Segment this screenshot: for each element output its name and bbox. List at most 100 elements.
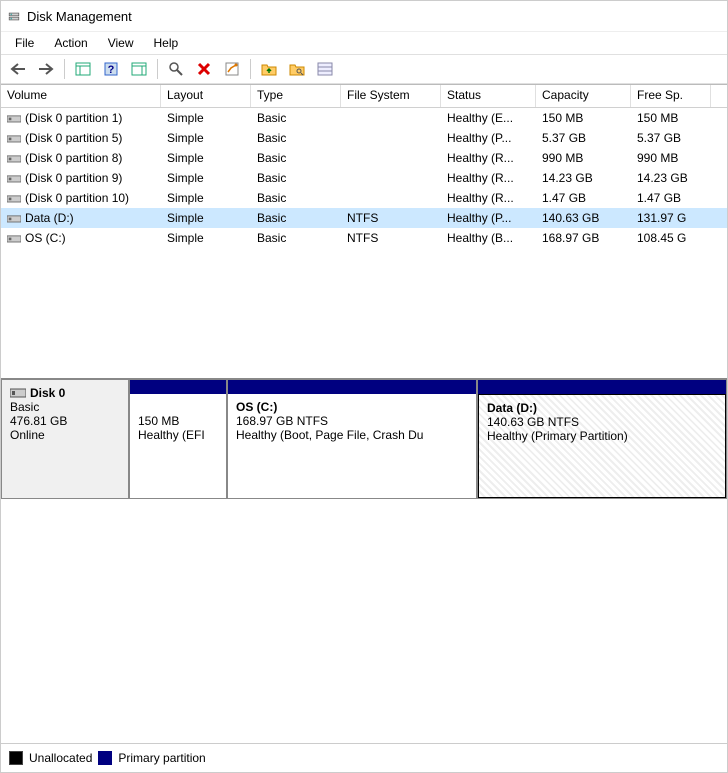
properties-button[interactable] [219, 56, 245, 82]
primary-label: Primary partition [118, 751, 205, 765]
table-cell: Basic [251, 169, 341, 187]
table-cell: (Disk 0 partition 1) [1, 109, 161, 127]
table-cell [341, 156, 441, 160]
table-cell: 990 MB [631, 149, 711, 167]
table-cell: Healthy (R... [441, 149, 536, 167]
table-cell: Simple [161, 169, 251, 187]
window-title: Disk Management [27, 9, 132, 24]
menubar: FileActionViewHelp [1, 31, 727, 54]
table-cell: 108.45 G [631, 229, 711, 247]
volume-list-header: VolumeLayoutTypeFile SystemStatusCapacit… [1, 85, 727, 108]
folder-up-button[interactable] [256, 56, 282, 82]
table-cell: (Disk 0 partition 8) [1, 149, 161, 167]
table-cell: Basic [251, 209, 341, 227]
table-cell: 150 MB [536, 109, 631, 127]
table-row[interactable]: (Disk 0 partition 8)SimpleBasic Healthy (… [1, 148, 727, 168]
disk-state: Online [10, 428, 120, 442]
table-cell: Basic [251, 129, 341, 147]
empty-area [1, 499, 727, 743]
table-cell [341, 116, 441, 120]
table-cell: Healthy (P... [441, 209, 536, 227]
table-cell: 140.63 GB [536, 209, 631, 227]
table-cell: Healthy (B... [441, 229, 536, 247]
table-cell: OS (C:) [1, 229, 161, 247]
svg-text:?: ? [108, 64, 115, 76]
table-cell: Simple [161, 129, 251, 147]
delete-button[interactable] [191, 56, 217, 82]
table-row[interactable]: (Disk 0 partition 5)SimpleBasic Healthy (… [1, 128, 727, 148]
table-cell: 5.37 GB [631, 129, 711, 147]
column-header[interactable]: Volume [1, 85, 161, 107]
column-header[interactable]: Status [441, 85, 536, 107]
table-cell: NTFS [341, 209, 441, 227]
column-header[interactable]: Layout [161, 85, 251, 107]
legend: Unallocated Primary partition [1, 743, 727, 772]
table-cell: 131.97 G [631, 209, 711, 227]
disk-graphical-view: Disk 0 Basic 476.81 GB Online 150 MBHeal… [1, 378, 727, 499]
table-row[interactable]: (Disk 0 partition 10)SimpleBasicHealthy … [1, 188, 727, 208]
table-row[interactable]: Data (D:)SimpleBasicNTFSHealthy (P...140… [1, 208, 727, 228]
disk-name: Disk 0 [30, 386, 65, 400]
table-row[interactable]: (Disk 0 partition 1)SimpleBasic Healthy (… [1, 108, 727, 128]
unallocated-label: Unallocated [29, 751, 92, 765]
table-cell: 990 MB [536, 149, 631, 167]
menu-help[interactable]: Help [144, 34, 189, 52]
column-header[interactable]: Type [251, 85, 341, 107]
disk-type: Basic [10, 400, 120, 414]
table-cell: Healthy (R... [441, 189, 536, 207]
table-cell: 1.47 GB [536, 189, 631, 207]
table-cell: (Disk 0 partition 10) [1, 189, 161, 207]
table-cell: (Disk 0 partition 9) [1, 169, 161, 187]
table-row[interactable]: OS (C:)SimpleBasicNTFSHealthy (B...168.9… [1, 228, 727, 248]
volume-list-body[interactable]: (Disk 0 partition 1)SimpleBasicHealthy (… [1, 108, 727, 378]
table-cell: Simple [161, 109, 251, 127]
back-button[interactable] [5, 56, 31, 82]
table-cell: NTFS [341, 229, 441, 247]
menu-view[interactable]: View [98, 34, 144, 52]
table-cell: 5.37 GB [536, 129, 631, 147]
table-cell: Healthy (E... [441, 109, 536, 127]
disk-management-window: Disk Management FileActionViewHelp ? Vol… [0, 0, 728, 773]
menu-action[interactable]: Action [44, 34, 97, 52]
table-cell: Healthy (P... [441, 129, 536, 147]
partition-block[interactable]: Data (D:)140.63 GB NTFSHealthy (Primary … [477, 379, 727, 499]
app-icon [7, 11, 21, 22]
table-cell: 168.97 GB [536, 229, 631, 247]
show-hide-action-pane-button[interactable] [126, 56, 152, 82]
disk-info-panel[interactable]: Disk 0 Basic 476.81 GB Online [1, 379, 129, 499]
unallocated-swatch [9, 751, 23, 765]
refresh-button[interactable] [163, 56, 189, 82]
table-cell: Simple [161, 149, 251, 167]
table-cell: Healthy (R... [441, 169, 536, 187]
table-cell [341, 136, 441, 140]
show-hide-console-button[interactable] [70, 56, 96, 82]
table-cell: Basic [251, 149, 341, 167]
table-cell: 150 MB [631, 109, 711, 127]
table-cell: Simple [161, 209, 251, 227]
partition-block[interactable]: OS (C:)168.97 GB NTFSHealthy (Boot, Page… [227, 379, 477, 499]
disk-size: 476.81 GB [10, 414, 120, 428]
table-cell: (Disk 0 partition 5) [1, 129, 161, 147]
table-cell: Basic [251, 189, 341, 207]
table-cell: 1.47 GB [631, 189, 711, 207]
folder-search-button[interactable] [284, 56, 310, 82]
table-cell: 14.23 GB [536, 169, 631, 187]
toolbar: ? [1, 54, 727, 84]
forward-button[interactable] [33, 56, 59, 82]
table-cell: 14.23 GB [631, 169, 711, 187]
partition-block[interactable]: 150 MBHealthy (EFI [129, 379, 227, 499]
disk-icon [10, 387, 26, 399]
table-cell: Data (D:) [1, 209, 161, 227]
column-header[interactable]: Capacity [536, 85, 631, 107]
column-header[interactable]: File System [341, 85, 441, 107]
table-cell: Simple [161, 229, 251, 247]
table-cell: Basic [251, 229, 341, 247]
help-button[interactable]: ? [98, 56, 124, 82]
column-header[interactable]: Free Sp. [631, 85, 711, 107]
menu-file[interactable]: File [5, 34, 44, 52]
table-cell: Basic [251, 109, 341, 127]
table-row[interactable]: (Disk 0 partition 9)SimpleBasic Healthy (… [1, 168, 727, 188]
primary-swatch [98, 751, 112, 765]
list-view-button[interactable] [312, 56, 338, 82]
table-cell [341, 196, 441, 200]
